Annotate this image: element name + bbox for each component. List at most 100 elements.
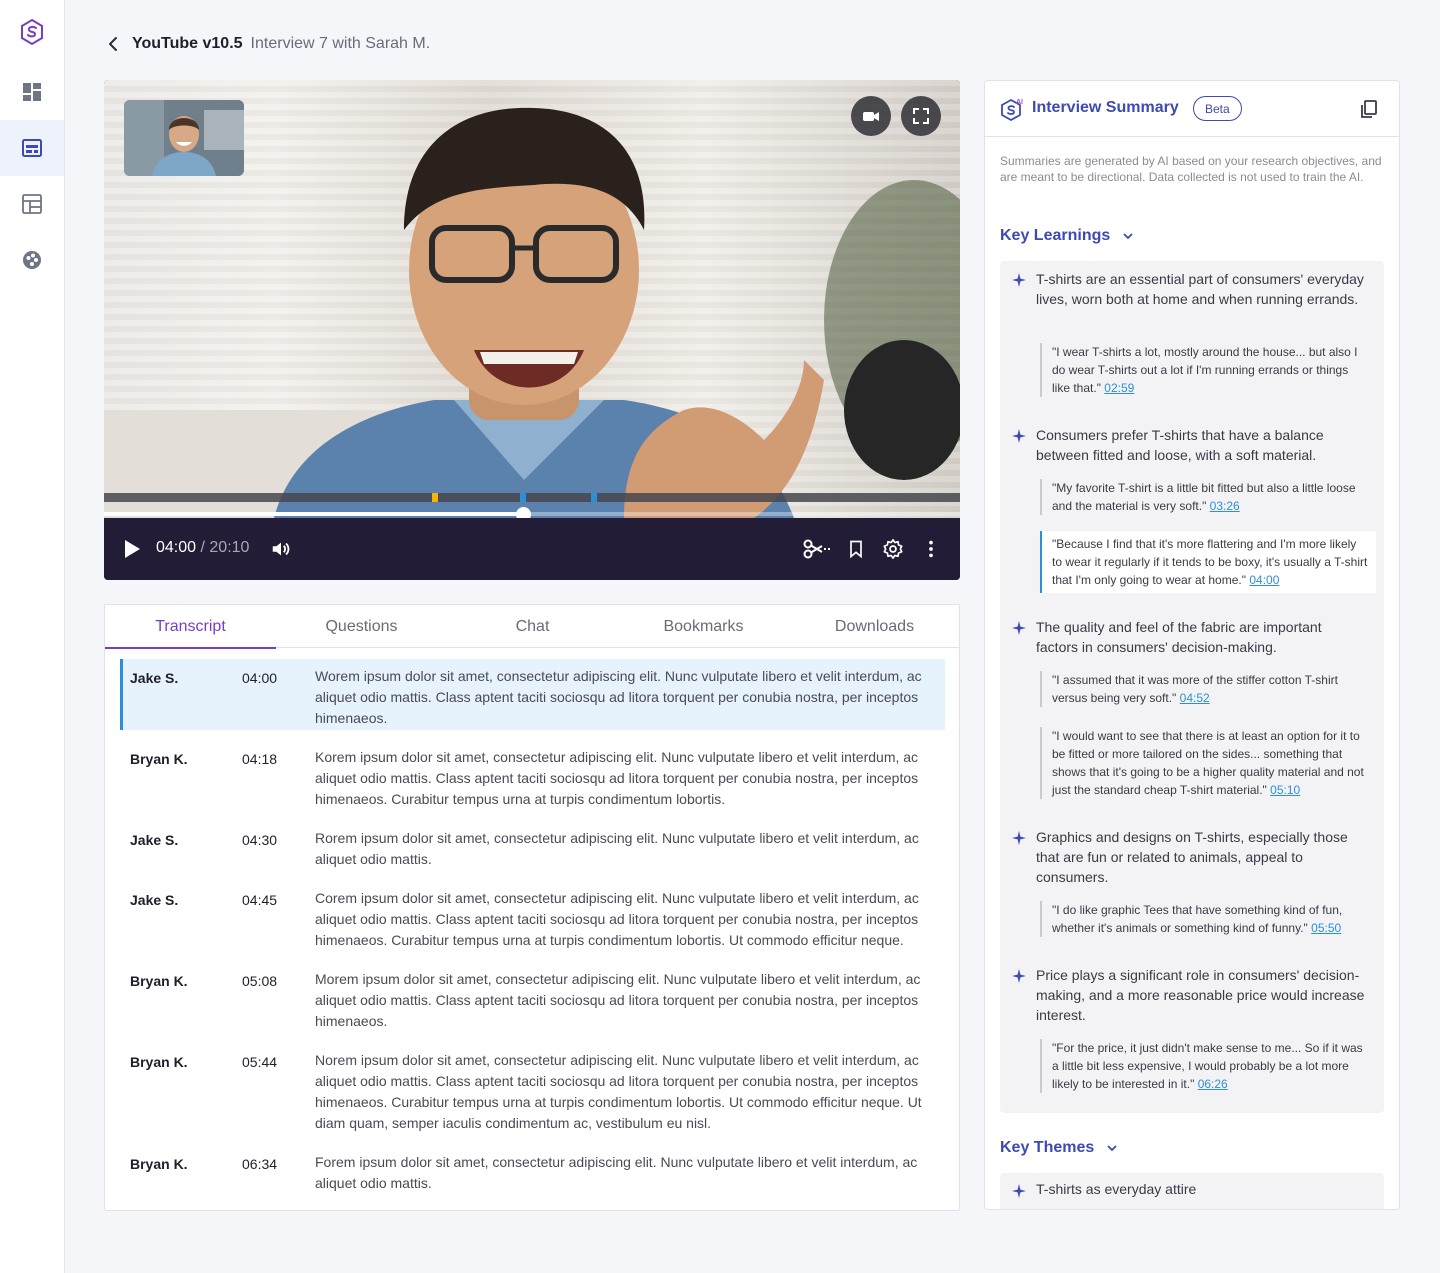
duration: 20:10 (209, 539, 250, 556)
speaker-name: Jake S. (130, 670, 179, 686)
copy-icon[interactable] (1359, 99, 1379, 119)
interviewer-video-image (124, 100, 244, 176)
learning-text: Price plays a significant role in consum… (1036, 967, 1365, 1023)
quote-text: "Because I find that it's more flatterin… (1052, 537, 1368, 587)
quote: "For the price, it just didn't make sens… (1040, 1039, 1376, 1093)
key-learnings-label: Key Learnings (1000, 227, 1111, 244)
back-chevron-icon[interactable] (104, 35, 122, 53)
progress-remaining[interactable] (523, 512, 960, 516)
play-button[interactable] (118, 536, 144, 562)
transcript-text: Norem ipsum dolor sit amet, consectetur … (315, 1052, 922, 1131)
timestamp[interactable]: 04:45 (242, 890, 315, 952)
speaker-name: Bryan K. (130, 1156, 188, 1172)
play-icon (125, 540, 140, 558)
transcript-text: Korem ipsum dolor sit amet, consectetur … (315, 749, 919, 807)
learning-text: Consumers prefer T-shirts that have a ba… (1036, 427, 1324, 463)
timeline-marker[interactable] (432, 493, 439, 502)
sidebar (0, 0, 65, 1273)
sparkle-icon (1012, 273, 1026, 287)
timeline-marker[interactable] (590, 493, 597, 502)
timestamp[interactable]: 04:00 (242, 668, 315, 730)
app-logo-icon[interactable] (18, 18, 46, 46)
timestamp[interactable]: 04:30 (242, 830, 315, 871)
speaker-name: Bryan K. (130, 973, 188, 989)
video-frame[interactable] (104, 80, 960, 518)
transcript-text: Corem ipsum dolor sit amet, consectetur … (315, 890, 919, 948)
palette-icon (23, 251, 41, 269)
timestamp[interactable]: 05:44 (242, 1052, 315, 1135)
beta-badge: Beta (1193, 96, 1242, 121)
tab-questions[interactable]: Questions (276, 605, 447, 648)
sidebar-item-interviews[interactable] (0, 120, 64, 176)
quote-timestamp-link[interactable]: 03:26 (1210, 499, 1240, 513)
sidebar-item-templates[interactable] (0, 176, 64, 232)
project-title[interactable]: YouTube v10.5 (132, 35, 243, 53)
key-themes-list: T-shirts as everyday attire (1000, 1173, 1384, 1209)
speaker-name: Jake S. (130, 892, 179, 908)
quote-text: "I do like graphic Tees that have someth… (1052, 903, 1343, 935)
interview-summary-panel: AI Interview Summary Beta Summaries are … (984, 80, 1400, 1210)
video-player[interactable]: 04:00 / 20:10 (104, 80, 960, 580)
transcript-panel: Transcript Questions Chat Bookmarks Down… (104, 604, 960, 1211)
timestamp[interactable]: 04:18 (242, 749, 315, 811)
tab-chat[interactable]: Chat (447, 605, 618, 648)
table-row[interactable]: Jake S. 04:45 Corem ipsum dolor sit amet… (120, 881, 945, 962)
timestamp[interactable]: 05:08 (242, 971, 315, 1033)
current-time: 04:00 (156, 539, 197, 556)
table-row[interactable]: Bryan K. 06:34 Forem ipsum dolor sit ame… (120, 1145, 945, 1205)
dashboard-icon (23, 83, 41, 101)
fullscreen-button[interactable] (901, 96, 941, 136)
learning-text: Graphics and designs on T-shirts, especi… (1036, 829, 1348, 885)
clip-button[interactable] (802, 536, 832, 562)
tab-transcript[interactable]: Transcript (105, 605, 276, 649)
key-learnings-toggle[interactable]: Key Learnings (1000, 227, 1134, 245)
progress-played[interactable] (104, 512, 524, 516)
more-vertical-icon (929, 540, 933, 558)
quote: "I would want to see that there is at le… (1040, 727, 1376, 799)
quote: "I assumed that it was more of the stiff… (1040, 671, 1376, 707)
quote-timestamp-link[interactable]: 04:52 (1180, 691, 1210, 705)
volume-button[interactable] (268, 536, 294, 562)
time-display: 04:00 / 20:10 (156, 539, 249, 557)
key-themes-toggle[interactable]: Key Themes (1000, 1139, 1118, 1157)
bookmark-icon (850, 540, 862, 559)
quote-text: "My favorite T-shirt is a little bit fit… (1052, 481, 1356, 513)
timestamp[interactable]: 06:34 (242, 1154, 315, 1195)
transcript-list: Jake S. 04:00 Worem ipsum dolor sit amet… (120, 659, 945, 1205)
timeline-marker[interactable] (520, 493, 527, 502)
tab-bar: Transcript Questions Chat Bookmarks Down… (105, 605, 959, 649)
quote: "My favorite T-shirt is a little bit fit… (1040, 479, 1376, 515)
interviewer-thumbnail[interactable] (124, 100, 244, 176)
quote-highlighted: "Because I find that it's more flatterin… (1040, 531, 1376, 593)
time-separator: / (196, 539, 210, 556)
sparkle-icon (1012, 621, 1026, 635)
tab-bookmarks[interactable]: Bookmarks (618, 605, 789, 648)
quote-timestamp-link[interactable]: 05:50 (1311, 921, 1341, 935)
table-row[interactable]: Jake S. 04:00 Worem ipsum dolor sit amet… (120, 659, 945, 730)
key-learnings-list: T-shirts are an essential part of consum… (1000, 261, 1384, 1113)
settings-button[interactable] (880, 536, 906, 562)
ai-summary-icon: AI (999, 97, 1025, 123)
table-row[interactable]: Bryan K. 05:08 Morem ipsum dolor sit ame… (120, 962, 945, 1043)
quote: "I wear T-shirts a lot, mostly around th… (1040, 343, 1376, 397)
player-controls: 04:00 / 20:10 (104, 518, 960, 580)
more-options-button[interactable] (918, 536, 944, 562)
tab-downloads[interactable]: Downloads (789, 605, 959, 648)
chevron-down-icon (1123, 233, 1133, 240)
timeline-track[interactable] (104, 493, 960, 502)
speaker-name: Bryan K. (130, 1054, 188, 1070)
table-row[interactable]: Bryan K. 04:18 Korem ipsum dolor sit ame… (120, 740, 945, 821)
camera-toggle-button[interactable] (851, 96, 891, 136)
table-row[interactable]: Jake S. 04:30 Rorem ipsum dolor sit amet… (120, 821, 945, 881)
quote-timestamp-link[interactable]: 02:59 (1104, 381, 1134, 395)
quote-timestamp-link[interactable]: 06:26 (1198, 1077, 1228, 1091)
gear-icon (883, 539, 903, 559)
bookmark-button[interactable] (843, 536, 869, 562)
quote-timestamp-link[interactable]: 04:00 (1249, 573, 1279, 587)
sidebar-item-dashboard[interactable] (0, 64, 64, 120)
layout-icon (22, 139, 42, 157)
table-row[interactable]: Bryan K. 05:44 Norem ipsum dolor sit ame… (120, 1043, 945, 1145)
interview-title: Interview 7 with Sarah M. (250, 35, 431, 52)
quote-timestamp-link[interactable]: 05:10 (1270, 783, 1300, 797)
sidebar-item-themes[interactable] (0, 232, 64, 288)
